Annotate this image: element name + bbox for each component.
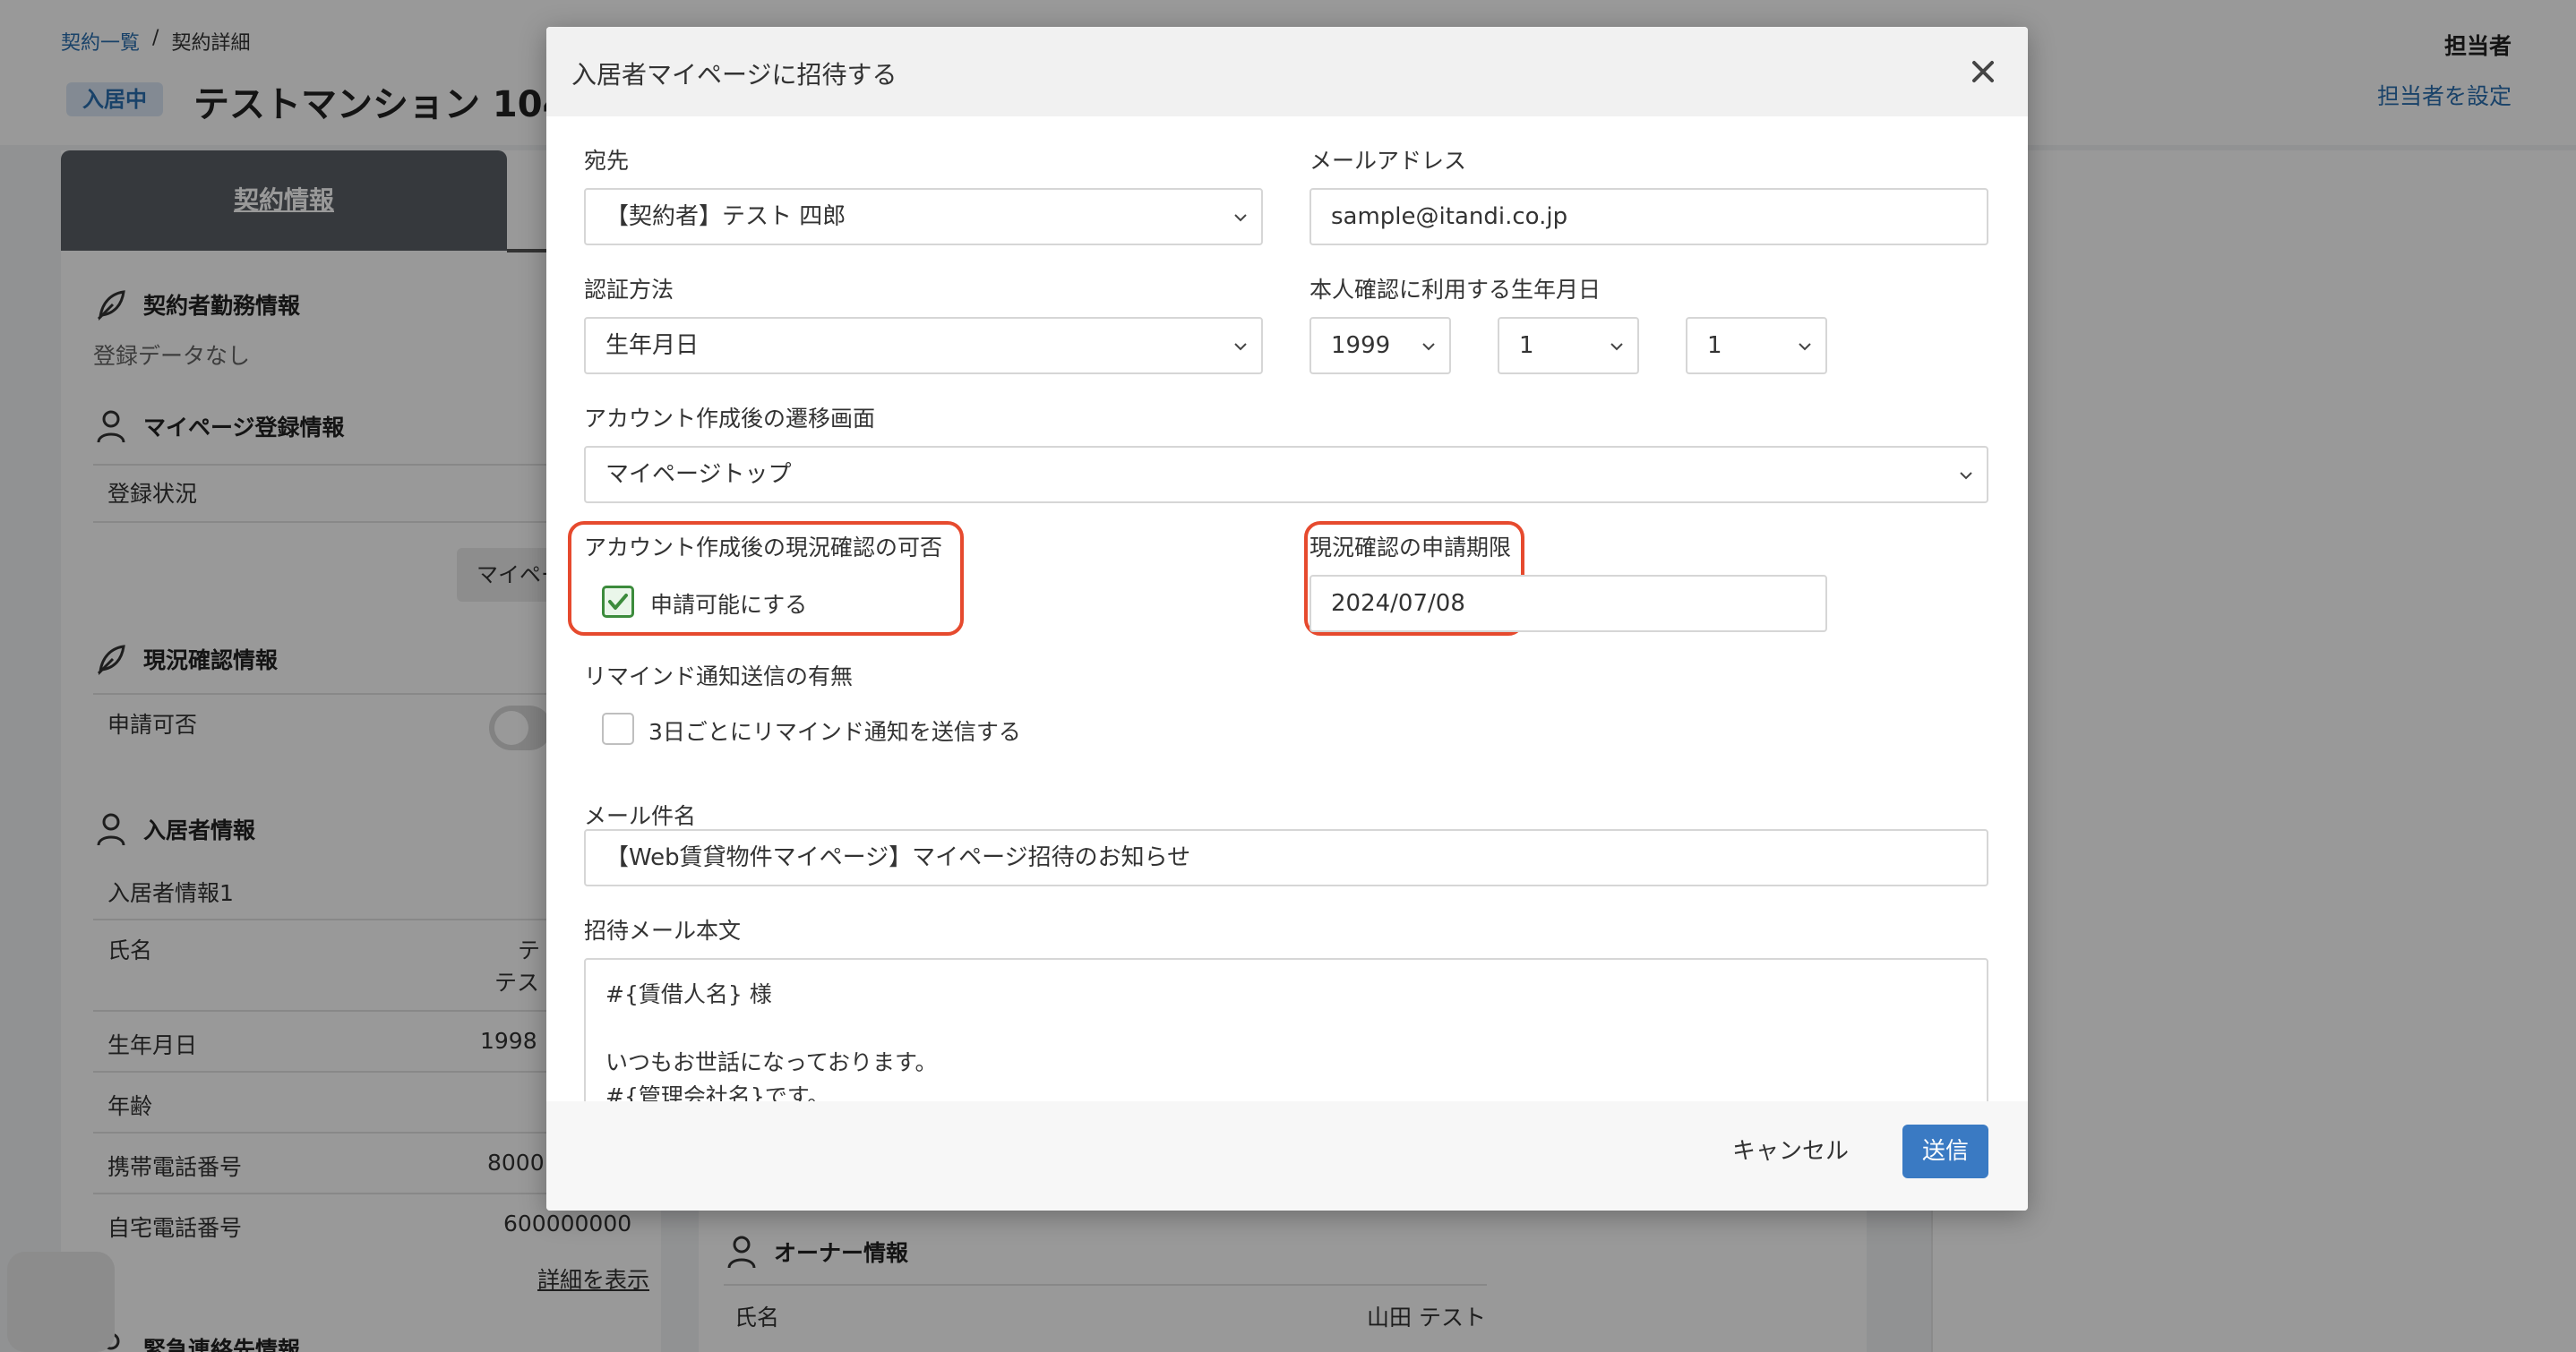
auth-method-select[interactable]: 生年月日 — [584, 317, 1263, 374]
body-line: #{賃借人名} 様 — [605, 981, 772, 1007]
status-check-allowed-label: アカウント作成後の現況確認の可否 — [584, 535, 943, 560]
subject-input[interactable]: 【Web賃貸物件マイページ】マイページ招待のお知らせ — [584, 829, 1988, 886]
send-button[interactable]: 送信 — [1902, 1125, 1988, 1178]
body-line: いつもお世話になっております。 — [605, 1049, 938, 1075]
chevron-down-icon — [1610, 343, 1623, 351]
recipient-select[interactable]: 【契約者】テスト 四郎 — [584, 188, 1263, 245]
recipient-label: 宛先 — [584, 148, 630, 174]
chevron-down-icon — [1960, 472, 1972, 480]
body-line — [605, 1012, 1967, 1046]
deadline-input[interactable]: 2024/07/08 — [1309, 575, 1827, 632]
auth-method-value: 生年月日 — [605, 332, 700, 359]
subject-value: 【Web賃貸物件マイページ】マイページ招待のお知らせ — [605, 844, 1191, 871]
redirect-value: マイページトップ — [605, 461, 792, 488]
birth-month-value: 1 — [1519, 332, 1534, 359]
birth-day-select[interactable]: 1 — [1686, 317, 1827, 374]
birth-month-select[interactable]: 1 — [1498, 317, 1639, 374]
chevron-down-icon — [1422, 343, 1435, 351]
birth-year-value: 1999 — [1331, 332, 1391, 359]
email-field[interactable]: sample@itandi.co.jp — [1309, 188, 1988, 245]
chevron-down-icon — [1234, 214, 1247, 222]
body-label: 招待メール本文 — [584, 918, 742, 944]
auth-method-label: 認証方法 — [584, 277, 674, 303]
recipient-value: 【契約者】テスト 四郎 — [605, 203, 846, 230]
redirect-select[interactable]: マイページトップ — [584, 446, 1988, 503]
modal-title: 入居者マイページに招待する — [571, 60, 897, 90]
cancel-button[interactable]: キャンセル — [1732, 1125, 1849, 1178]
email-label: メールアドレス — [1309, 148, 1467, 174]
check-icon — [608, 594, 628, 610]
reminder-checkbox[interactable] — [602, 713, 634, 745]
reminder-checkbox-label[interactable]: 3日ごとにリマインド通知を送信する — [648, 715, 1021, 747]
modal-header: 入居者マイページに招待する — [546, 27, 2028, 116]
chevron-down-icon — [1799, 343, 1811, 351]
chevron-down-icon — [1234, 343, 1247, 351]
invite-modal: 入居者マイページに招待する 宛先 【契約者】テスト 四郎 メールアドレス sam… — [546, 27, 2028, 1211]
close-icon[interactable] — [1965, 54, 2001, 90]
birthdate-label: 本人確認に利用する生年月日 — [1309, 277, 1601, 303]
email-value: sample@itandi.co.jp — [1331, 203, 1568, 230]
status-check-checkbox-label[interactable]: 申請可能にする — [650, 587, 807, 620]
deadline-label: 現況確認の申請期限 — [1309, 535, 1512, 560]
modal-footer: キャンセル 送信 — [546, 1101, 2028, 1211]
birth-year-select[interactable]: 1999 — [1309, 317, 1451, 374]
deadline-value: 2024/07/08 — [1331, 590, 1465, 617]
status-check-checkbox[interactable] — [602, 586, 634, 618]
birth-day-value: 1 — [1707, 332, 1722, 359]
reminder-label: リマインド通知送信の有無 — [584, 663, 854, 689]
subject-label: メール件名 — [584, 803, 697, 829]
redirect-label: アカウント作成後の遷移画面 — [584, 406, 876, 432]
